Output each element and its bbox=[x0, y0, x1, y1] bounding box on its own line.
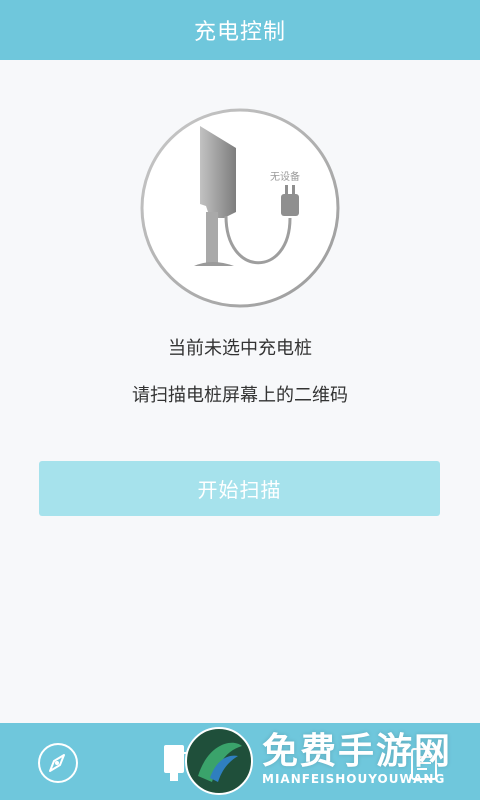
charging-pile-illustration: 无设备 bbox=[140, 108, 340, 308]
illustration-ring bbox=[140, 108, 340, 308]
plug-icon bbox=[281, 194, 299, 216]
pile-stem bbox=[206, 212, 218, 264]
device-status-label: 无设备 bbox=[270, 170, 300, 183]
status-no-pile-selected: 当前未选中充电桩 bbox=[168, 338, 312, 359]
start-scan-button[interactable]: 开始扫描 bbox=[39, 461, 440, 516]
watermark-subtitle: MIANFEISHOUYOUWANG bbox=[262, 772, 446, 786]
page-title: 充电控制 bbox=[193, 20, 286, 45]
watermark-logo bbox=[185, 727, 253, 795]
status-scan-hint: 请扫描电桩屏幕上的二维码 bbox=[132, 385, 348, 406]
watermark: 免费手游网 MIANFEISHOUYOUWANG bbox=[182, 720, 480, 800]
watermark-title: 免费手游网 bbox=[262, 731, 453, 772]
title-bar: 充电控制 bbox=[0, 0, 480, 60]
compass-icon[interactable] bbox=[36, 741, 80, 785]
app-screen: 充电控制 无设备 当前未选中充电桩 请扫描电桩屏幕上的二维码 开始扫描 免费手游… bbox=[0, 0, 480, 800]
